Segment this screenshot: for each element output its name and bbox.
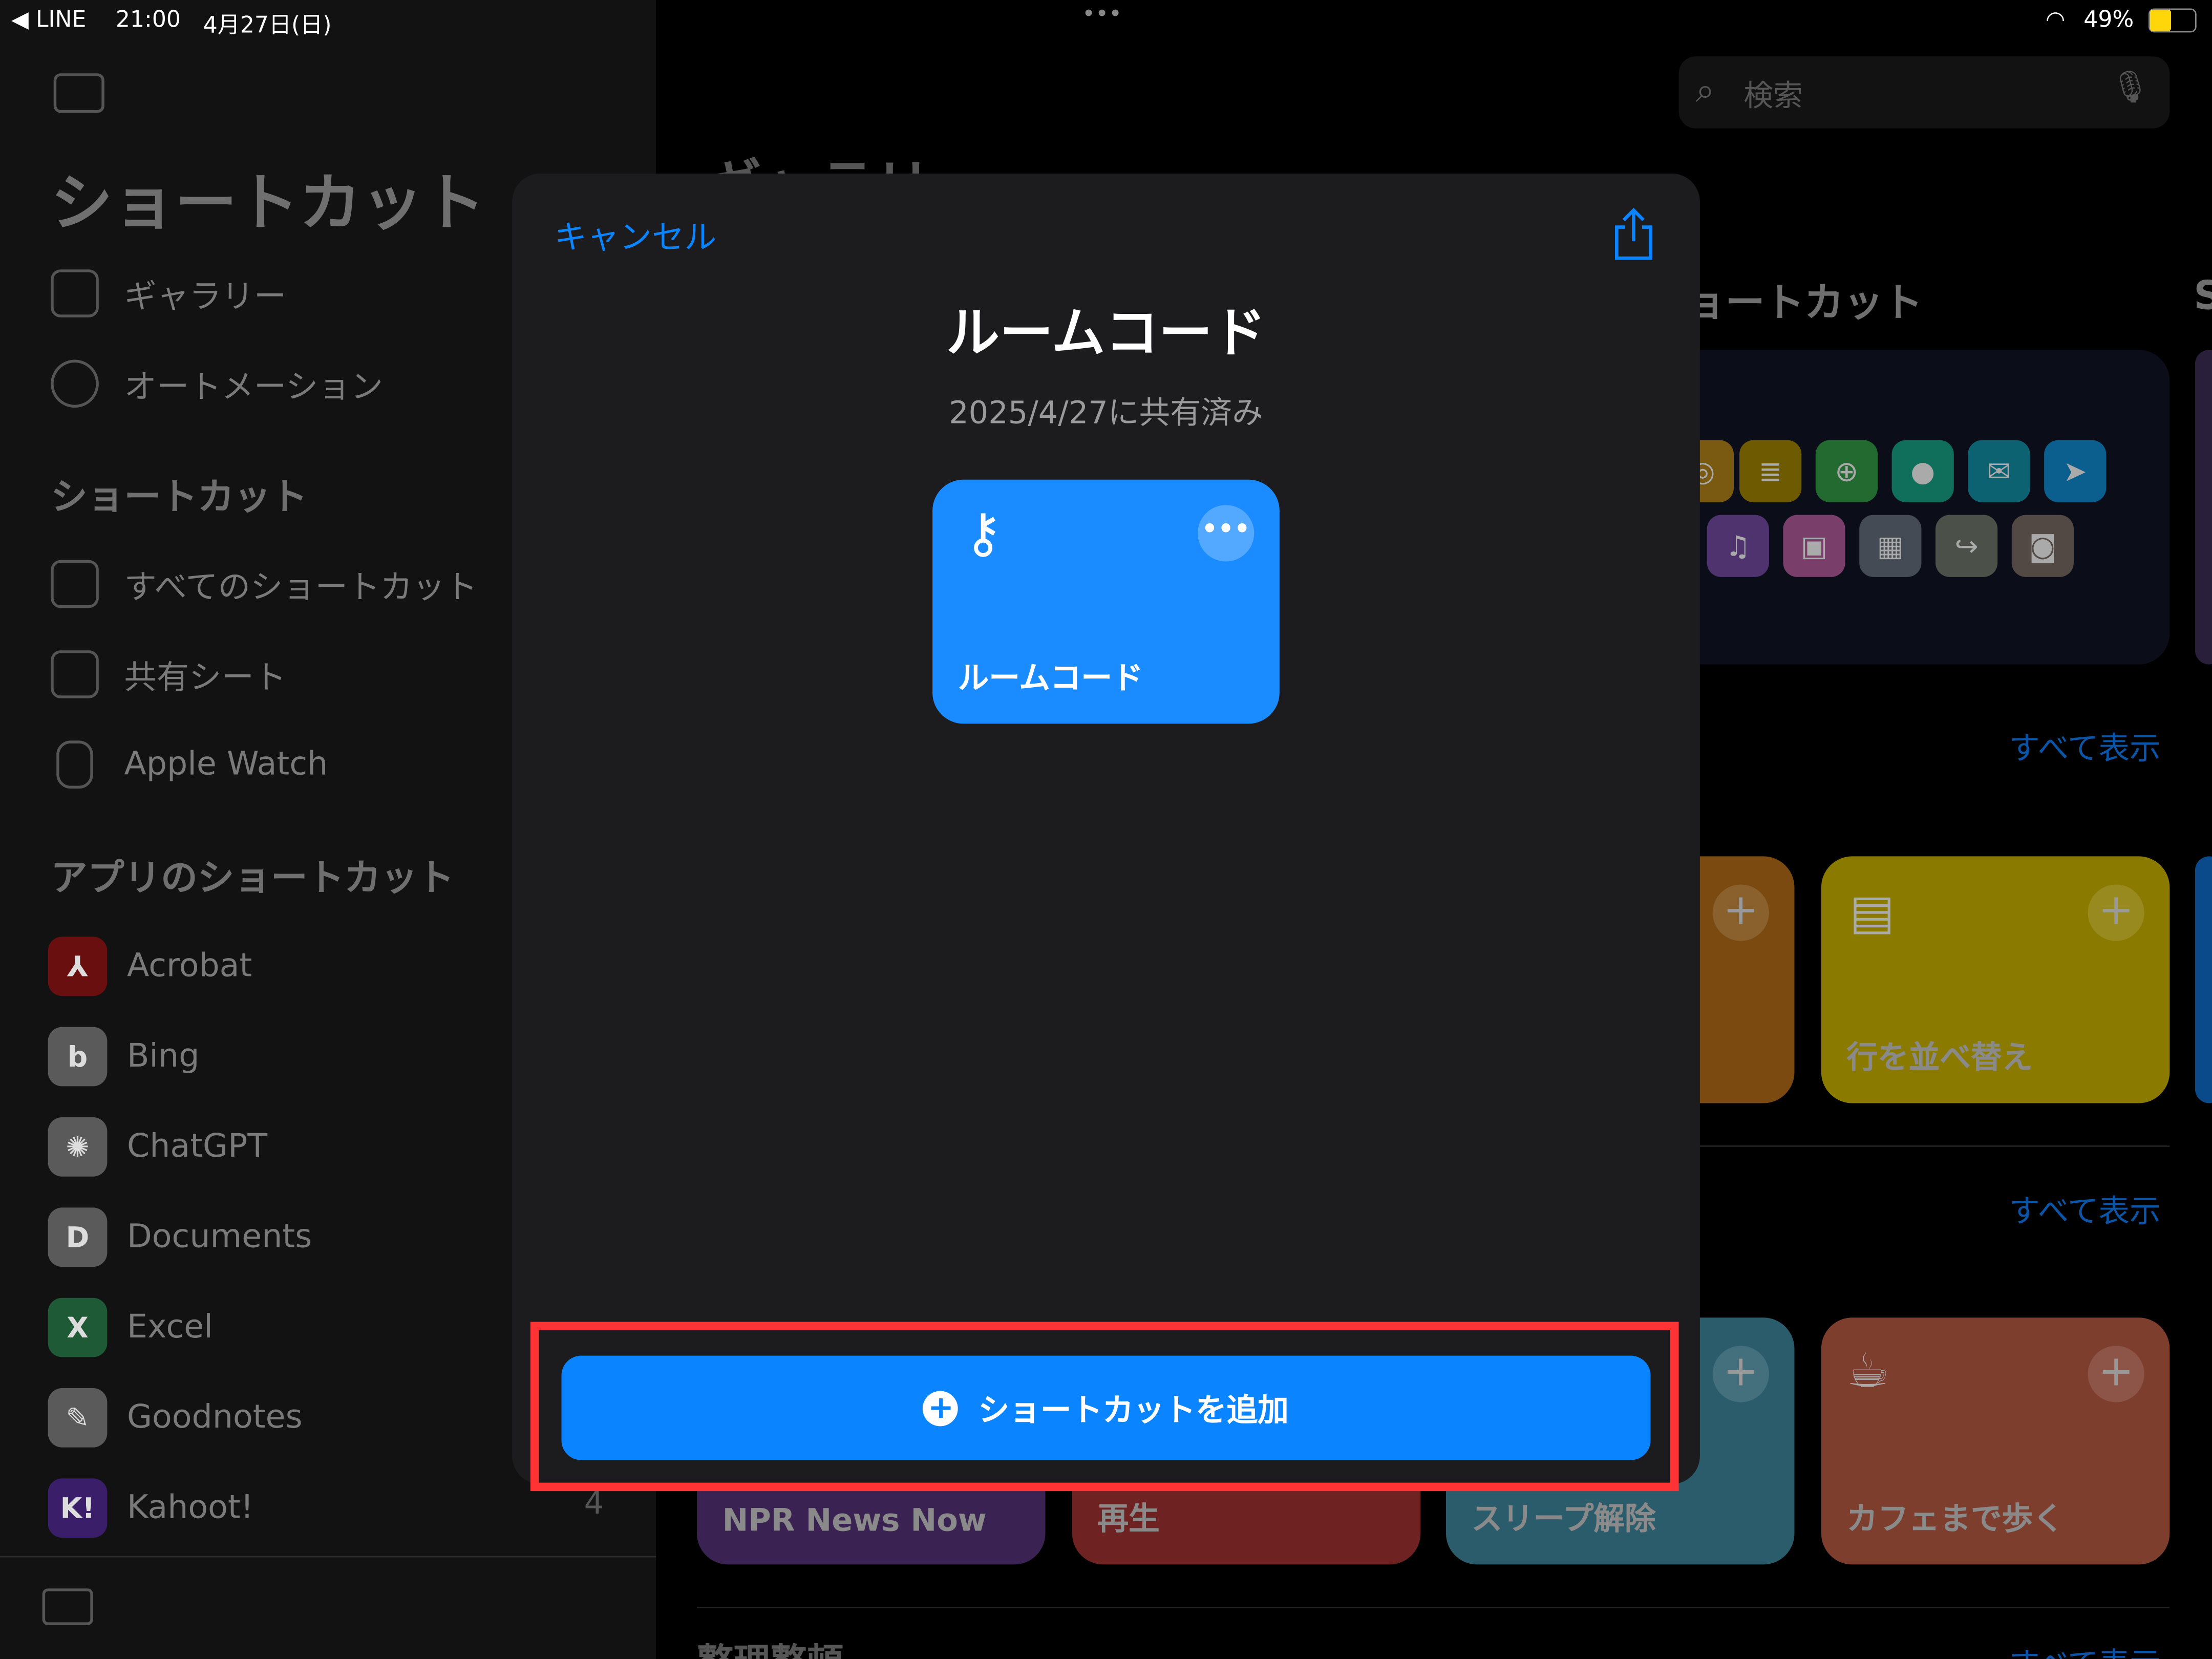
tile-label: 行を並べ替え bbox=[1846, 1041, 2033, 1077]
note-add-icon: ≣ bbox=[1739, 440, 1802, 502]
message-add-icon: ⊕ bbox=[1815, 440, 1878, 502]
app-icon: X bbox=[48, 1298, 108, 1357]
back-to-line[interactable]: ◀ LINE bbox=[11, 6, 86, 32]
wifi-icon: ◠ bbox=[2045, 6, 2066, 33]
sidebar-title: ショートカット bbox=[51, 167, 485, 240]
share-icon[interactable] bbox=[1612, 207, 1655, 261]
app-icon: ⅄ bbox=[48, 937, 108, 996]
sidebar-item-label: オートメーション bbox=[124, 369, 384, 407]
key-icon: ⚷ bbox=[963, 502, 1003, 565]
watch-icon bbox=[56, 740, 93, 789]
card-label: ルームコード bbox=[958, 662, 1143, 697]
forward-icon: ↪ bbox=[1935, 515, 1998, 577]
search-icon: ⌕ bbox=[1695, 70, 1715, 110]
add-icon[interactable]: + bbox=[1712, 1346, 1769, 1402]
section-app-shortcuts: アプリのショートカット bbox=[51, 858, 455, 900]
shortcut-card[interactable]: ⚷ ••• ルームコード bbox=[932, 479, 1280, 724]
sidebar-item-label: 共有シート bbox=[124, 660, 287, 697]
starter-heading: ョートカット bbox=[1686, 279, 1923, 326]
status-date: 4月27日(日) bbox=[203, 11, 332, 38]
search-placeholder: 検索 bbox=[1743, 79, 1803, 113]
qr-code-icon: ▦ bbox=[1859, 515, 1922, 577]
app-icon: ✺ bbox=[48, 1117, 108, 1177]
sidebar-item-automation[interactable]: オートメーション bbox=[51, 359, 384, 408]
sidebar-app-documents[interactable]: D Documents bbox=[48, 1207, 312, 1267]
app-icon: b bbox=[48, 1027, 108, 1087]
battery-icon bbox=[2149, 8, 2197, 33]
sidebar-item-gallery[interactable]: ギャラリー bbox=[51, 269, 286, 317]
add-icon[interactable]: + bbox=[1712, 884, 1769, 941]
app-label: Bing bbox=[126, 1038, 200, 1075]
sidebar-app-acrobat[interactable]: ⅄ Acrobat bbox=[48, 937, 252, 996]
sidebar-app-kahoot[interactable]: K! Kahoot! bbox=[48, 1478, 254, 1538]
see-all-link[interactable]: すべて表示 bbox=[2009, 724, 2160, 769]
sidebar-app-excel[interactable]: X Excel bbox=[48, 1298, 213, 1357]
sidebar-item-all-shortcuts[interactable]: すべてのショートカット bbox=[51, 560, 478, 608]
sidebar-item-apple-watch[interactable]: Apple Watch bbox=[51, 740, 328, 789]
divider bbox=[1622, 1145, 2170, 1147]
tile-label: スリープ解除 bbox=[1471, 1502, 1656, 1538]
starter-shortcuts-card[interactable]: ◎ ≣ ⊕ ● ✉ ➤ ♫ ▣ ▦ ↪ ◙ bbox=[1622, 350, 2170, 665]
next-tile bbox=[2195, 856, 2212, 1103]
sidebar-item-label: ギャラリー bbox=[124, 279, 287, 316]
app-icon: ✎ bbox=[48, 1388, 108, 1448]
see-all-link[interactable]: すべて表示 bbox=[2009, 1186, 2160, 1231]
sidebar-toggle-icon[interactable] bbox=[53, 73, 104, 113]
tile-label: カフェまで歩く bbox=[1846, 1502, 2064, 1538]
app-label: Acrobat bbox=[126, 948, 252, 985]
message-icon: ● bbox=[1891, 440, 1954, 502]
more-options-icon[interactable]: ••• bbox=[1198, 505, 1254, 562]
sidebar-item-label: Apple Watch bbox=[124, 746, 328, 783]
battery-percent: 49% bbox=[2083, 6, 2134, 33]
coffee-cup-icon: ☕ bbox=[1846, 1343, 1890, 1400]
sidebar-item-label: すべてのショートカット bbox=[124, 570, 478, 607]
sidebar-item-share-sheet[interactable]: 共有シート bbox=[51, 650, 286, 698]
multitask-dots[interactable]: ••• bbox=[1082, 0, 1122, 27]
stack-icon bbox=[51, 560, 99, 608]
highlight-box bbox=[530, 1322, 1679, 1492]
shortcut-tile[interactable]: + ☕ カフェまで歩く bbox=[1821, 1317, 2170, 1565]
sidebar-app-bing[interactable]: b Bing bbox=[48, 1027, 200, 1087]
status-time: 21:00 bbox=[115, 6, 181, 33]
gallery-icon bbox=[51, 269, 99, 317]
clock-icon bbox=[51, 359, 99, 408]
cancel-button[interactable]: キャンセル bbox=[555, 210, 717, 259]
next-heading: S bbox=[2194, 272, 2212, 319]
sidebar-app-goodnotes[interactable]: ✎ Goodnotes bbox=[48, 1388, 303, 1448]
app-label: Documents bbox=[126, 1219, 312, 1256]
app-icon: D bbox=[48, 1207, 108, 1267]
share-icon bbox=[51, 650, 99, 698]
tile-label: 再生 bbox=[1097, 1502, 1160, 1538]
microphone-icon[interactable]: 🎙 bbox=[2111, 71, 2150, 106]
camera-scan-icon: ◙ bbox=[2011, 515, 2074, 577]
app-label: Excel bbox=[126, 1309, 213, 1346]
kahoot-count: 4 bbox=[584, 1486, 604, 1522]
see-all-link[interactable]: すべて表示 bbox=[2009, 1639, 2160, 1659]
bottom-heading: 整理整頓 bbox=[697, 1633, 844, 1659]
next-card bbox=[2195, 350, 2212, 665]
document-icon: ▤ bbox=[1849, 884, 1895, 941]
photos-icon: ▣ bbox=[1783, 515, 1845, 577]
shortcut-tile-sort-lines[interactable]: ▤ + 行を並べ替え bbox=[1821, 856, 2170, 1103]
divider bbox=[0, 1556, 656, 1558]
shortcut-import-sheet: キャンセル ルームコード 2025/4/27に共有済み ⚷ ••• ルームコード… bbox=[512, 173, 1700, 1484]
section-shortcuts: ショートカット bbox=[51, 477, 308, 519]
music-icon: ♫ bbox=[1707, 515, 1769, 577]
sidebar-app-chatgpt[interactable]: ✺ ChatGPT bbox=[48, 1117, 267, 1177]
tile-label: NPR News Now bbox=[722, 1503, 987, 1539]
modal-title: ルームコード bbox=[946, 302, 1266, 364]
shared-date: 2025/4/27に共有済み bbox=[949, 396, 1263, 432]
mail-icon: ✉ bbox=[1968, 440, 2030, 502]
app-label: Goodnotes bbox=[126, 1399, 303, 1436]
app-icon: K! bbox=[48, 1478, 108, 1538]
add-icon[interactable]: + bbox=[2088, 884, 2144, 941]
app-label: Kahoot! bbox=[126, 1490, 254, 1527]
send-icon: ➤ bbox=[2044, 440, 2107, 502]
add-icon[interactable]: + bbox=[2088, 1346, 2144, 1402]
search-input[interactable]: ⌕ 検索 🎙 bbox=[1678, 56, 2170, 129]
app-label: ChatGPT bbox=[126, 1129, 268, 1165]
new-folder-icon[interactable] bbox=[42, 1588, 93, 1625]
divider bbox=[697, 1607, 2170, 1608]
